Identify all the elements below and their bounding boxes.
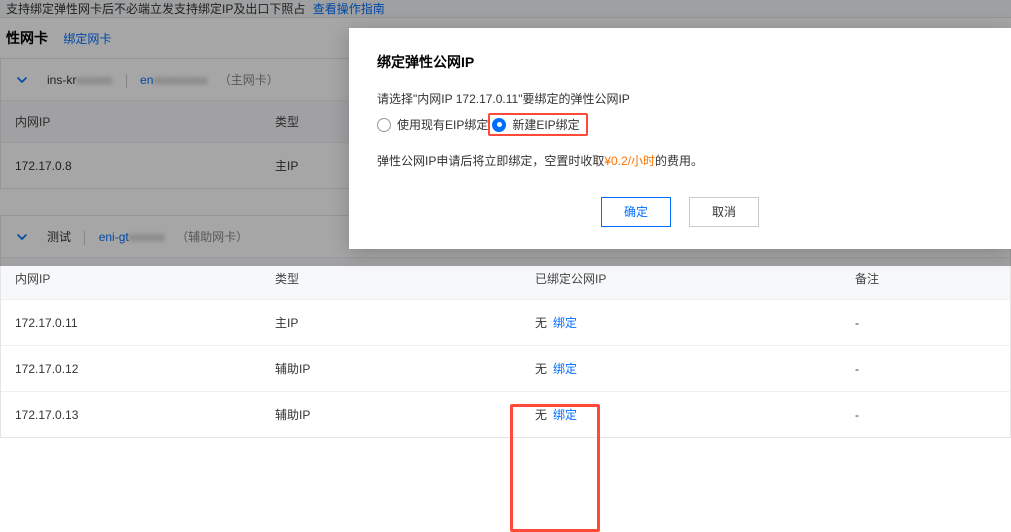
ip-table-secondary: 内网IP 类型 已绑定公网IP 备注 172.17.0.11 主IP 无绑定 -… (1, 258, 1010, 437)
cell-note: - (841, 346, 1010, 392)
cancel-button[interactable]: 取消 (689, 197, 759, 227)
eip-none: 无 (535, 362, 547, 376)
modal-prompt: 请选择"内网IP 172.17.0.11"要绑定的弹性公网IP (377, 90, 983, 107)
radio-existing-label: 使用现有EIP绑定 (397, 116, 488, 133)
cell-eip: 无绑定 (521, 346, 841, 392)
bind-eip-link[interactable]: 绑定 (553, 408, 577, 422)
modal-title: 绑定弹性公网IP (377, 52, 983, 72)
cell-eip: 无绑定 (521, 392, 841, 438)
table-row: 172.17.0.13 辅助IP 无绑定 - (1, 392, 1010, 438)
bind-eip-link[interactable]: 绑定 (553, 316, 577, 330)
radio-icon (492, 118, 506, 132)
table-row: 172.17.0.11 主IP 无绑定 - (1, 300, 1010, 346)
cell-type: 辅助IP (261, 346, 521, 392)
radio-new-eip[interactable]: 新建EIP绑定 (492, 116, 579, 133)
cell-ip: 172.17.0.11 (1, 300, 261, 346)
cell-eip: 无绑定 (521, 300, 841, 346)
radio-new-label: 新建EIP绑定 (512, 116, 579, 133)
radio-existing-eip[interactable]: 使用现有EIP绑定 (377, 116, 488, 133)
eip-none: 无 (535, 408, 547, 422)
cell-type: 辅助IP (261, 392, 521, 438)
cell-ip: 172.17.0.12 (1, 346, 261, 392)
radio-icon (377, 118, 391, 132)
cell-note: - (841, 392, 1010, 438)
bind-eip-modal: 绑定弹性公网IP 请选择"内网IP 172.17.0.11"要绑定的弹性公网IP… (349, 28, 1011, 249)
eip-none: 无 (535, 316, 547, 330)
fee-note: 弹性公网IP申请后将立即绑定，空置时收取¥0.2/小时的费用。 (377, 152, 983, 169)
cell-ip: 172.17.0.13 (1, 392, 261, 438)
cell-note: - (841, 300, 1010, 346)
radio-group: 使用现有EIP绑定 新建EIP绑定 (377, 113, 983, 136)
fee-price: ¥0.2/小时 (604, 154, 655, 168)
cell-type: 主IP (261, 300, 521, 346)
confirm-button[interactable]: 确定 (601, 197, 671, 227)
table-row: 172.17.0.12 辅助IP 无绑定 - (1, 346, 1010, 392)
modal-actions: 确定 取消 (377, 197, 983, 227)
highlight-radio-new: 新建EIP绑定 (488, 113, 587, 136)
bind-eip-link[interactable]: 绑定 (553, 362, 577, 376)
